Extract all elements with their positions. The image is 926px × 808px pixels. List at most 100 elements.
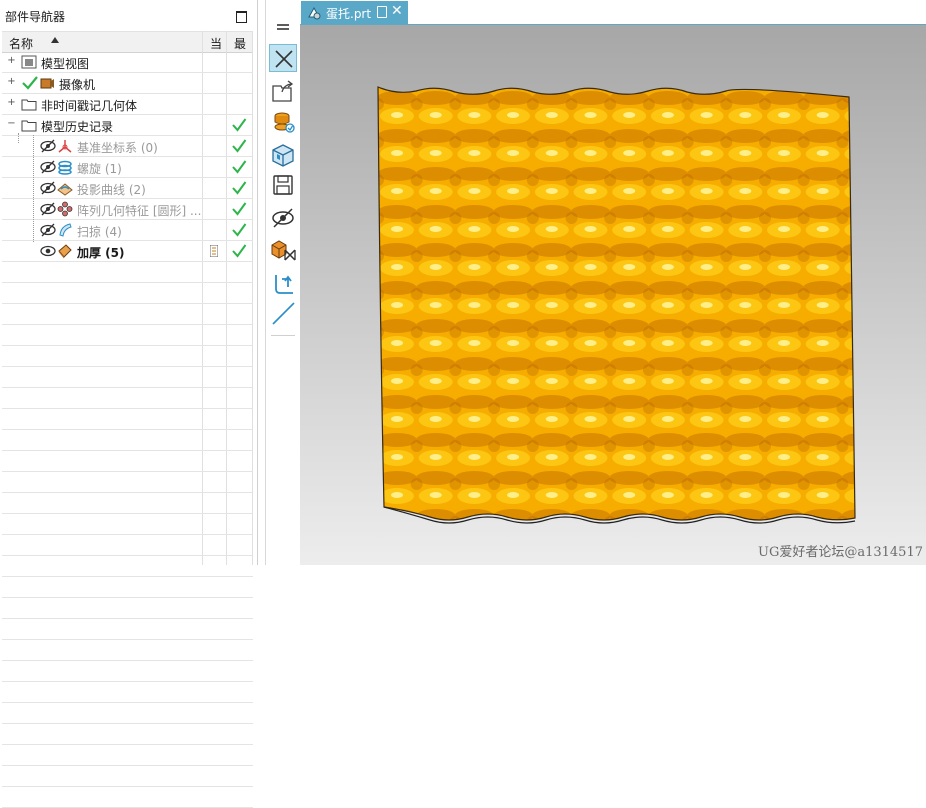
maximize-icon[interactable] <box>236 11 247 23</box>
empty-row <box>2 766 253 787</box>
tree-node-label: 加厚 (5) <box>77 246 125 260</box>
column-latest[interactable]: 最 <box>234 35 246 52</box>
navigator-column-header: 名称 当 最 <box>2 31 253 53</box>
graphics-viewport[interactable]: UG爱好者论坛@a1314517 <box>300 25 926 565</box>
empty-row <box>2 598 253 619</box>
empty-row <box>2 640 253 661</box>
hidden-eye-icon[interactable] <box>40 159 56 175</box>
empty-row <box>2 703 253 724</box>
tree-node-thicken[interactable]: 加厚 (5) <box>2 241 253 262</box>
current-feature-icon <box>210 245 218 257</box>
close-view-icon[interactable] <box>269 44 297 72</box>
empty-row <box>2 619 253 640</box>
checkmark-icon <box>232 244 247 258</box>
egg-tray-model[interactable] <box>300 25 926 565</box>
checkmark-icon <box>232 139 247 153</box>
empty-row <box>2 304 253 325</box>
line-icon[interactable] <box>269 299 297 327</box>
tab-label: 蛋托.prt <box>326 7 372 21</box>
navigator-tree: + 模型视图 + 摄像机 + 非时间戳记几何体 − 模型历史记录 基准坐标系 (… <box>2 52 253 808</box>
checkmark-icon <box>232 223 247 237</box>
checkmark-icon <box>232 181 247 195</box>
empty-row <box>2 451 253 472</box>
part-file-icon <box>308 6 321 20</box>
empty-row <box>2 787 253 808</box>
pattern-geometry-icon <box>57 201 73 217</box>
menu-icon[interactable] <box>269 14 297 42</box>
thicken-icon <box>58 244 72 259</box>
tree-node-projected-curve[interactable]: 投影曲线 (2) <box>2 178 253 199</box>
watermark: UG爱好者论坛@a1314517 <box>758 545 923 560</box>
tree-node-helix[interactable]: 螺旋 (1) <box>2 157 253 178</box>
datum-csys-icon <box>58 140 72 153</box>
empty-row <box>2 388 253 409</box>
toolbar-divider <box>271 335 295 336</box>
collapse-icon[interactable]: − <box>7 119 16 129</box>
empty-row <box>2 724 253 745</box>
tab-egg-tray-prt[interactable]: 蛋托.prt ✕ <box>301 1 408 24</box>
column-name[interactable]: 名称 <box>9 35 33 52</box>
empty-row <box>2 535 253 556</box>
folder-icon <box>21 99 37 111</box>
hidden-eye-icon[interactable] <box>40 138 56 154</box>
empty-row <box>2 556 253 577</box>
view-cube-icon[interactable] <box>269 141 297 169</box>
hidden-eye-icon[interactable] <box>40 180 56 196</box>
tree-node-label: 摄像机 <box>59 78 96 92</box>
folder-open-icon <box>21 120 37 132</box>
camera-icon <box>40 78 54 89</box>
tree-node-model-history[interactable]: − 模型历史记录 <box>2 115 253 136</box>
swept-icon <box>59 223 72 237</box>
export-icon[interactable] <box>269 77 297 105</box>
document-icon[interactable] <box>377 6 387 18</box>
helix-icon <box>58 160 72 175</box>
empty-row <box>2 745 253 766</box>
column-current[interactable]: 当 <box>210 35 222 52</box>
tree-node-label: 扫掠 (4) <box>77 225 122 239</box>
tree-node-label: 基准坐标系 (0) <box>77 141 158 155</box>
hidden-eye-icon[interactable] <box>40 201 56 217</box>
empty-row <box>2 430 253 451</box>
hidden-eye-icon[interactable] <box>40 222 56 238</box>
tree-node-datum-csys[interactable]: 基准坐标系 (0) <box>2 136 253 157</box>
layer-icon[interactable] <box>269 108 297 136</box>
tree-node-model-views[interactable]: + 模型视图 <box>2 52 253 73</box>
sort-ascending-icon[interactable] <box>51 37 59 43</box>
tree-node-label: 阵列几何特征 [圆形] ... <box>77 204 202 218</box>
thickened-surface <box>377 86 856 521</box>
vertical-toolbar <box>265 0 301 565</box>
document-tab-bar: 蛋托.prt ✕ <box>300 0 926 25</box>
empty-row <box>2 409 253 430</box>
visible-eye-icon[interactable] <box>40 243 56 259</box>
empty-row <box>2 325 253 346</box>
navigator-title: 部件导航器 <box>5 10 66 24</box>
part-icon[interactable] <box>269 236 297 264</box>
model-view-icon <box>21 55 37 69</box>
tree-node-label: 模型视图 <box>41 57 90 71</box>
empty-row <box>2 283 253 304</box>
checkmark-icon <box>232 202 247 216</box>
save-icon[interactable] <box>269 171 297 199</box>
empty-row <box>2 514 253 535</box>
tree-node-label: 螺旋 (1) <box>77 162 122 176</box>
empty-row <box>2 472 253 493</box>
empty-row <box>2 493 253 514</box>
empty-row <box>2 262 253 283</box>
checkmark-icon <box>232 160 247 174</box>
expand-icon[interactable]: + <box>7 56 16 66</box>
close-icon[interactable]: ✕ <box>391 3 403 19</box>
part-navigator: 部件导航器 名称 当 最 + 模型视图 + 摄像机 + 非时间戳记几何体 − 模… <box>0 0 258 808</box>
tree-node-label: 非时间戳记几何体 <box>41 99 138 113</box>
expand-icon[interactable]: + <box>7 77 16 87</box>
tree-node-swept[interactable]: 扫掠 (4) <box>2 220 253 241</box>
tree-node-label: 投影曲线 (2) <box>77 183 146 197</box>
return-icon[interactable] <box>269 269 297 297</box>
empty-row <box>2 346 253 367</box>
checkmark-icon[interactable] <box>21 75 39 91</box>
hide-icon[interactable] <box>269 204 297 232</box>
expand-icon[interactable]: + <box>7 98 16 108</box>
tree-node-cameras[interactable]: + 摄像机 <box>2 73 253 94</box>
tree-node-pattern-geometry[interactable]: 阵列几何特征 [圆形] ... <box>2 199 253 220</box>
empty-row <box>2 661 253 682</box>
tree-node-unused-geometry[interactable]: + 非时间戳记几何体 <box>2 94 253 115</box>
